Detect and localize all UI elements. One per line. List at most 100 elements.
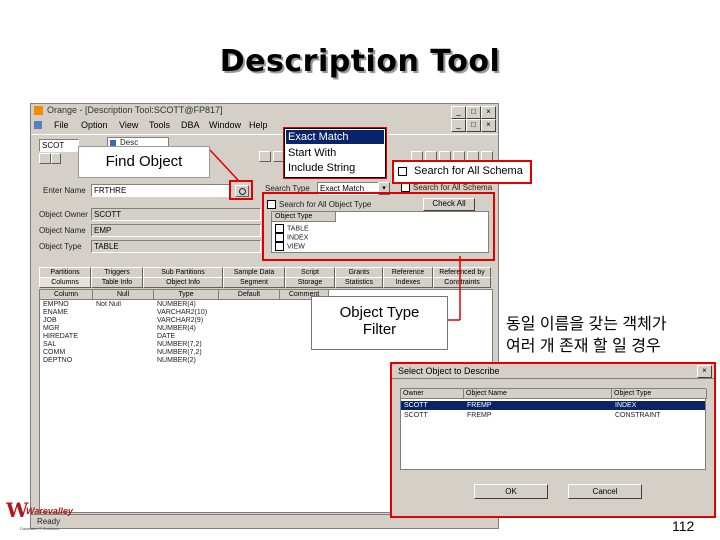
table-row-hiredate-type: DATE: [157, 333, 176, 340]
table-row-hiredate-column: HIREDATE: [43, 333, 78, 340]
object-type-field: TABLE: [91, 240, 261, 253]
tab-table-info[interactable]: Table Info: [91, 277, 143, 288]
dialog-object-list: Owner Object Name Object Type SCOTT FREM…: [400, 388, 707, 470]
find-name-input[interactable]: FRTHRE: [91, 184, 231, 197]
dialog-row1-owner: SCOTT: [404, 402, 428, 409]
owner-field: SCOTT: [91, 208, 261, 221]
table-row-sal-column: SAL: [43, 341, 57, 348]
select-object-dialog: Select Object to Describe × Owner Object…: [390, 362, 716, 518]
dialog-header-object-name: Object Name: [464, 389, 612, 399]
object-name-field: EMP: [91, 224, 261, 237]
app-icon: [34, 106, 43, 115]
child-maximize-button[interactable]: □: [466, 119, 481, 132]
tab-statistics[interactable]: Statistics: [335, 277, 383, 288]
col-header-type: Type: [154, 290, 219, 300]
table-row-empno-type: NUMBER(4): [157, 301, 196, 308]
object-type-filter-line2: Filter: [362, 321, 397, 338]
dialog-row2-type: CONSTRAINT: [615, 412, 661, 419]
find-object-highlight: [229, 180, 253, 200]
maximize-button[interactable]: □: [466, 106, 481, 119]
col-header-default: Default: [219, 290, 280, 300]
menu-dba[interactable]: DBA: [181, 120, 200, 130]
menu-bar: File Option View Tools DBA Window Help: [31, 119, 498, 132]
table-row-sal-type: NUMBER(7,2): [157, 341, 202, 348]
owner-label: Object Owner: [39, 210, 88, 219]
object-type-filter-highlight: [262, 192, 495, 261]
find-object-callout: Find Object: [78, 146, 210, 178]
dialog-header-owner: Owner: [401, 389, 464, 399]
dialog-row2-owner: SCOTT: [404, 412, 428, 419]
connection-combo[interactable]: SCOT: [39, 139, 79, 152]
dialog-row1-name: FREMP: [467, 402, 492, 409]
dialog-ok-button[interactable]: OK: [474, 484, 548, 499]
dropdown-option-start-with[interactable]: Start With: [286, 146, 384, 160]
window-title-bar: Orange - [Description Tool:SCOTT@FP817]: [31, 104, 498, 118]
col-header-column: Column: [40, 290, 93, 300]
tab-object-info[interactable]: Object Info: [143, 277, 223, 288]
table-row-job-column: JOB: [43, 317, 57, 324]
table-row-ename-column: ENAME: [43, 309, 68, 316]
object-type-filter-callout: Object Type Filter: [311, 296, 448, 350]
dialog-row2-name: FREMP: [467, 412, 492, 419]
logo-tagline: Database IT Solutions: [20, 526, 60, 531]
table-row-mgr-column: MGR: [43, 325, 60, 332]
dialog-row1-type: INDEX: [615, 402, 637, 409]
table-row-ename-type: VARCHAR2(10): [157, 309, 208, 316]
table-row-comm-column: COMM: [43, 349, 66, 356]
duplicate-name-line2: 여러 개 존재 할 일 경우: [506, 338, 661, 355]
object-type-filter-line1: Object Type: [339, 304, 420, 321]
dialog-title: Select Object to Describe: [398, 366, 500, 376]
toolbar-icon-1[interactable]: [259, 151, 271, 162]
table-row-comm-type: NUMBER(7,2): [157, 349, 202, 356]
tab-storage[interactable]: Storage: [285, 277, 335, 288]
slide-title: Description Tool: [219, 44, 501, 79]
menu-tools[interactable]: Tools: [149, 120, 170, 130]
tab-constraints[interactable]: Constraints: [433, 277, 491, 288]
search-type-dropdown-popup: Exact Match Start With Include String: [284, 128, 386, 178]
menu-window[interactable]: Window: [209, 120, 241, 130]
search-all-schema-highlight: Search for All Schema: [392, 160, 532, 184]
logo-text: Warevalley: [26, 506, 73, 516]
table-row-job-type: VARCHAR2(9): [157, 317, 204, 324]
dialog-cancel-button[interactable]: Cancel: [568, 484, 642, 499]
find-name-label: Enter Name: [43, 186, 86, 195]
table-row-deptno-type: NUMBER(2): [157, 357, 196, 364]
search-all-schema-text: Search for All Schema: [413, 183, 493, 192]
close-button[interactable]: ×: [481, 106, 496, 119]
duplicate-name-annotation: 동일 이름을 갖는 객체가 여러 개 존재 할 일 경우: [506, 314, 716, 358]
dialog-header-object-type: Object Type: [612, 389, 707, 399]
col-header-null: Null: [93, 290, 154, 300]
dropdown-icon[interactable]: [51, 153, 61, 164]
menu-help[interactable]: Help: [249, 120, 268, 130]
search-all-schema-callout-text: Search for All Schema: [414, 165, 523, 177]
menu-file[interactable]: File: [54, 120, 69, 130]
table-row-deptno-column: DEPTNO: [43, 357, 73, 364]
find-object-callout-text: Find Object: [105, 153, 183, 170]
table-row-mgr-type: NUMBER(4): [157, 325, 196, 332]
search-all-schema-callout-checkbox: [398, 167, 407, 176]
menu-view[interactable]: View: [119, 120, 138, 130]
dropdown-option-exact-match[interactable]: Exact Match: [286, 130, 384, 144]
table-row-selected[interactable]: SCOTT FREMP INDEX: [401, 401, 705, 410]
dialog-title-bar: Select Object to Describe ×: [392, 364, 714, 379]
object-name-label: Object Name: [39, 226, 86, 235]
duplicate-name-line1: 동일 이름을 갖는 객체가: [506, 316, 667, 333]
table-row-empno-null: Not Null: [96, 301, 121, 308]
table-row-empno-column: EMPNO: [43, 301, 69, 308]
company-logo: W Warevalley Database IT Solutions: [4, 496, 74, 536]
tab-columns[interactable]: Columns: [39, 277, 91, 288]
dialog-close-button[interactable]: ×: [697, 365, 712, 378]
table-row[interactable]: SCOTT FREMP CONSTRAINT: [401, 411, 705, 420]
child-close-button[interactable]: ×: [481, 119, 496, 132]
tab-indexes[interactable]: Indexes: [383, 277, 433, 288]
search-all-schema-option[interactable]: Search for All Schema: [401, 183, 493, 193]
page-number: 112: [672, 518, 695, 534]
child-minimize-button[interactable]: _: [451, 119, 466, 132]
menu-option[interactable]: Option: [81, 120, 108, 130]
dropdown-option-include-string[interactable]: Include String: [286, 161, 384, 175]
menu-app-icon: [34, 121, 42, 129]
window-title: Orange - [Description Tool:SCOTT@FP817]: [47, 105, 223, 115]
tab-segment[interactable]: Segment: [223, 277, 285, 288]
minimize-button[interactable]: _: [451, 106, 466, 119]
connect-icon[interactable]: [39, 153, 51, 164]
